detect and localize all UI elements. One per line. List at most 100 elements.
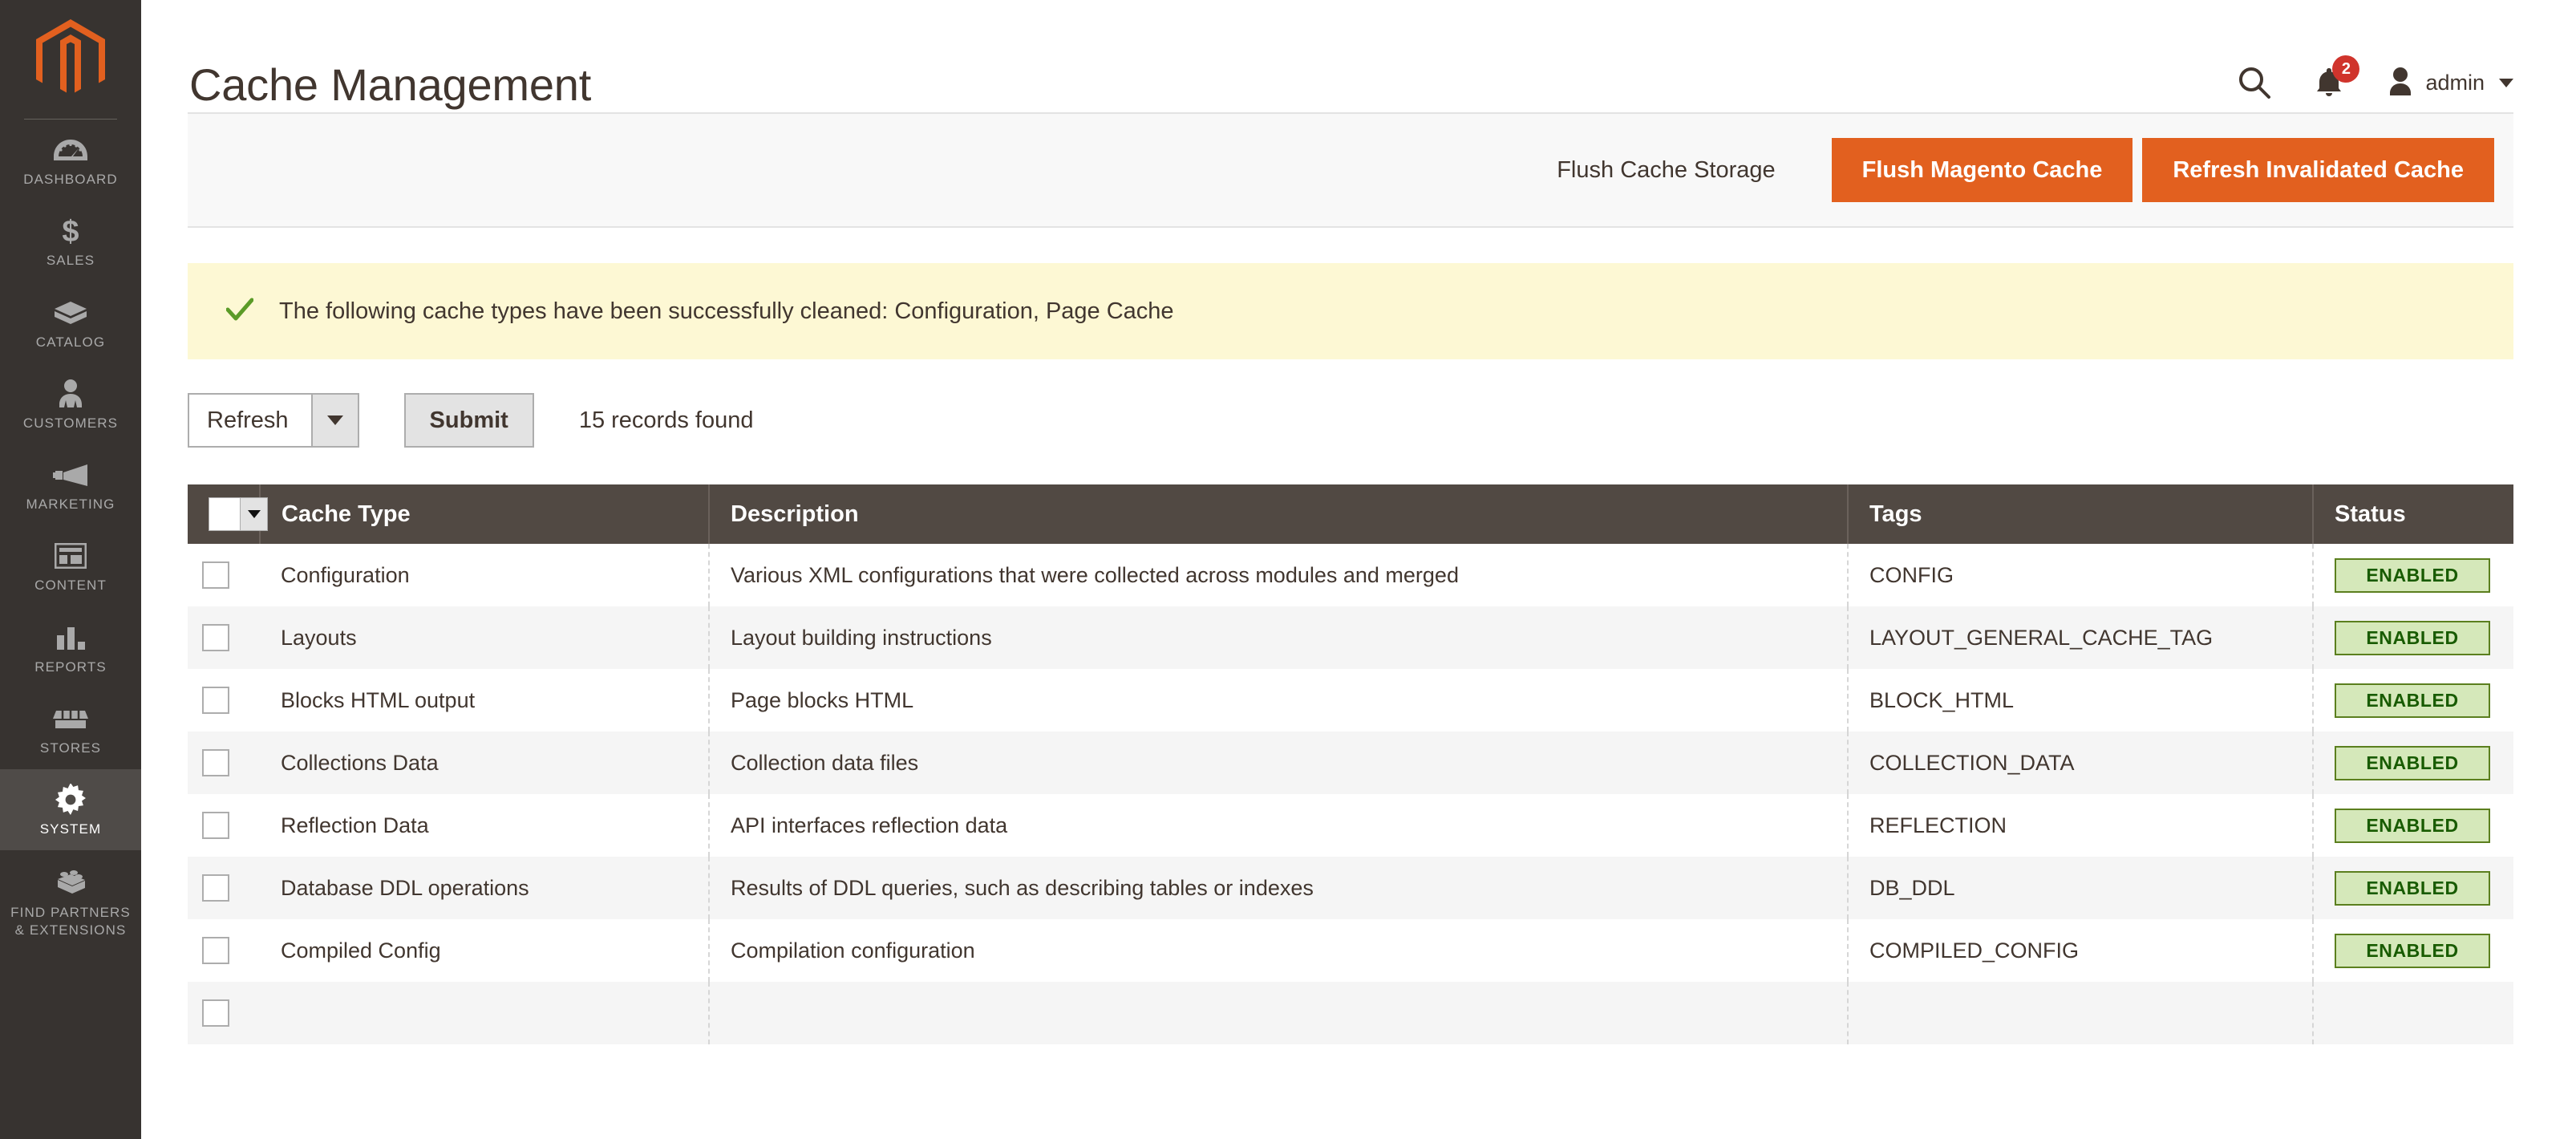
dashboard-icon bbox=[53, 133, 88, 167]
grid-header-row: Cache Type Description Tags Status bbox=[188, 484, 2513, 544]
row-checkbox-cell bbox=[188, 544, 260, 606]
row-checkbox-cell bbox=[188, 982, 260, 1044]
row-checkbox[interactable] bbox=[202, 874, 229, 902]
sidebar-item-label: SYSTEM bbox=[39, 821, 102, 837]
row-checkbox[interactable] bbox=[202, 812, 229, 839]
cell-status: ENABLED bbox=[2313, 919, 2513, 982]
page-title: Cache Management bbox=[189, 59, 592, 110]
chevron-down-icon[interactable] bbox=[240, 498, 267, 530]
row-checkbox[interactable] bbox=[202, 937, 229, 964]
cell-tags: LAYOUT_GENERAL_CACHE_TAG bbox=[1848, 606, 2314, 669]
sidebar-item-marketing[interactable]: MARKETING bbox=[0, 444, 141, 525]
notification-count-badge: 2 bbox=[2332, 55, 2360, 83]
main-content: Cache Management 2 admin Flush Cache Sto… bbox=[141, 0, 2576, 1139]
table-row[interactable]: Blocks HTML output Page blocks HTML BLOC… bbox=[188, 669, 2513, 732]
cell-status: ENABLED bbox=[2313, 606, 2513, 669]
table-row[interactable]: Reflection Data API interfaces reflectio… bbox=[188, 794, 2513, 857]
svg-text:$: $ bbox=[62, 215, 79, 247]
select-all-column-header bbox=[188, 484, 268, 544]
mass-action-select[interactable]: Refresh bbox=[188, 393, 359, 448]
sidebar-item-catalog[interactable]: CATALOG bbox=[0, 282, 141, 363]
brick-icon bbox=[53, 866, 88, 900]
row-checkbox-cell bbox=[188, 919, 260, 982]
submit-button[interactable]: Submit bbox=[403, 393, 534, 448]
grid-body: Configuration Various XML configurations… bbox=[188, 544, 2513, 1044]
user-name: admin bbox=[2425, 70, 2485, 95]
select-all-checkbox[interactable] bbox=[209, 498, 240, 530]
sidebar-item-label: DASHBOARD bbox=[23, 172, 118, 187]
sidebar-item-label: STORES bbox=[39, 740, 102, 756]
row-checkbox[interactable] bbox=[202, 624, 229, 651]
sidebar-item-label: CATALOG bbox=[35, 334, 106, 350]
cell-description: Compilation configuration bbox=[709, 919, 1849, 982]
table-row[interactable]: Compiled Config Compilation configuratio… bbox=[188, 919, 2513, 982]
cell-tags: COMPILED_CONFIG bbox=[1848, 919, 2314, 982]
search-icon[interactable] bbox=[2238, 66, 2271, 99]
check-icon bbox=[225, 298, 254, 326]
status-badge: ENABLED bbox=[2335, 557, 2490, 593]
user-menu[interactable]: admin bbox=[2387, 67, 2513, 99]
cell-tags bbox=[1848, 982, 2314, 1044]
row-checkbox[interactable] bbox=[202, 999, 229, 1027]
column-header-status[interactable]: Status bbox=[2313, 484, 2513, 544]
table-row[interactable] bbox=[188, 982, 2513, 1044]
bar-chart-icon bbox=[55, 621, 87, 655]
sidebar-item-label: FIND PARTNERS & EXTENSIONS bbox=[10, 905, 131, 938]
person-icon bbox=[57, 377, 84, 411]
sidebar-item-sales[interactable]: $ SALES bbox=[0, 201, 141, 282]
cell-description bbox=[709, 982, 1849, 1044]
cache-grid: Cache Type Description Tags Status Confi… bbox=[188, 484, 2513, 1044]
dollar-icon: $ bbox=[59, 214, 83, 248]
column-header-cache-type[interactable]: Cache Type bbox=[260, 484, 710, 544]
cell-tags: CONFIG bbox=[1848, 544, 2314, 606]
sidebar-item-customers[interactable]: CUSTOMERS bbox=[0, 363, 141, 444]
column-header-tags[interactable]: Tags bbox=[1848, 484, 2314, 544]
row-checkbox[interactable] bbox=[202, 561, 229, 589]
cell-cache-type: Blocks HTML output bbox=[260, 669, 710, 732]
cell-tags: BLOCK_HTML bbox=[1848, 669, 2314, 732]
status-badge: ENABLED bbox=[2335, 683, 2490, 718]
table-row[interactable]: Database DDL operations Results of DDL q… bbox=[188, 857, 2513, 919]
magento-logo-icon[interactable] bbox=[0, 0, 141, 119]
cell-description: Page blocks HTML bbox=[709, 669, 1849, 732]
column-header-description[interactable]: Description bbox=[709, 484, 1849, 544]
sidebar-item-reports[interactable]: REPORTS bbox=[0, 607, 141, 688]
sidebar-item-content[interactable]: CONTENT bbox=[0, 525, 141, 606]
sidebar: DASHBOARD $ SALES CATALOG CUSTOMERS MARK… bbox=[0, 0, 141, 1139]
row-checkbox[interactable] bbox=[202, 687, 229, 714]
cell-tags: COLLECTION_DATA bbox=[1848, 732, 2314, 794]
sidebar-item-find-partners-extensions[interactable]: FIND PARTNERS & EXTENSIONS bbox=[0, 850, 141, 951]
cell-status: ENABLED bbox=[2313, 669, 2513, 732]
flush-magento-cache-button[interactable]: Flush Magento Cache bbox=[1831, 138, 2133, 202]
cell-cache-type: Compiled Config bbox=[260, 919, 710, 982]
storefront-icon bbox=[53, 702, 88, 736]
flush-cache-storage-button[interactable]: Flush Cache Storage bbox=[1557, 157, 1775, 184]
sidebar-item-stores[interactable]: STORES bbox=[0, 688, 141, 769]
header-tools: 2 admin bbox=[2238, 55, 2513, 99]
notifications-button[interactable]: 2 bbox=[2315, 55, 2360, 99]
cell-cache-type: Configuration bbox=[260, 544, 710, 606]
sidebar-item-label: REPORTS bbox=[34, 659, 107, 675]
sidebar-item-system[interactable]: SYSTEM bbox=[0, 769, 141, 851]
cell-description: Results of DDL queries, such as describi… bbox=[709, 857, 1849, 919]
status-badge: ENABLED bbox=[2335, 870, 2490, 906]
table-row[interactable]: Configuration Various XML configurations… bbox=[188, 544, 2513, 606]
sidebar-item-dashboard[interactable]: DASHBOARD bbox=[0, 120, 141, 201]
table-row[interactable]: Layouts Layout building instructions LAY… bbox=[188, 606, 2513, 669]
cell-status bbox=[2313, 982, 2513, 1044]
refresh-invalidated-cache-button[interactable]: Refresh Invalidated Cache bbox=[2142, 138, 2494, 202]
row-checkbox[interactable] bbox=[202, 749, 229, 776]
cell-cache-type: Reflection Data bbox=[260, 794, 710, 857]
status-badge: ENABLED bbox=[2335, 745, 2490, 780]
sidebar-item-label: SALES bbox=[46, 253, 95, 269]
cell-description: Collection data files bbox=[709, 732, 1849, 794]
cell-description: Various XML configurations that were col… bbox=[709, 544, 1849, 606]
gear-icon bbox=[55, 783, 87, 817]
chevron-down-icon bbox=[310, 395, 358, 446]
row-checkbox-cell bbox=[188, 669, 260, 732]
sidebar-item-label: MARKETING bbox=[26, 497, 115, 512]
table-row[interactable]: Collections Data Collection data files C… bbox=[188, 732, 2513, 794]
row-checkbox-cell bbox=[188, 732, 260, 794]
select-all-dropdown[interactable] bbox=[209, 497, 268, 531]
success-message-text: The following cache types have been succ… bbox=[279, 298, 1174, 324]
